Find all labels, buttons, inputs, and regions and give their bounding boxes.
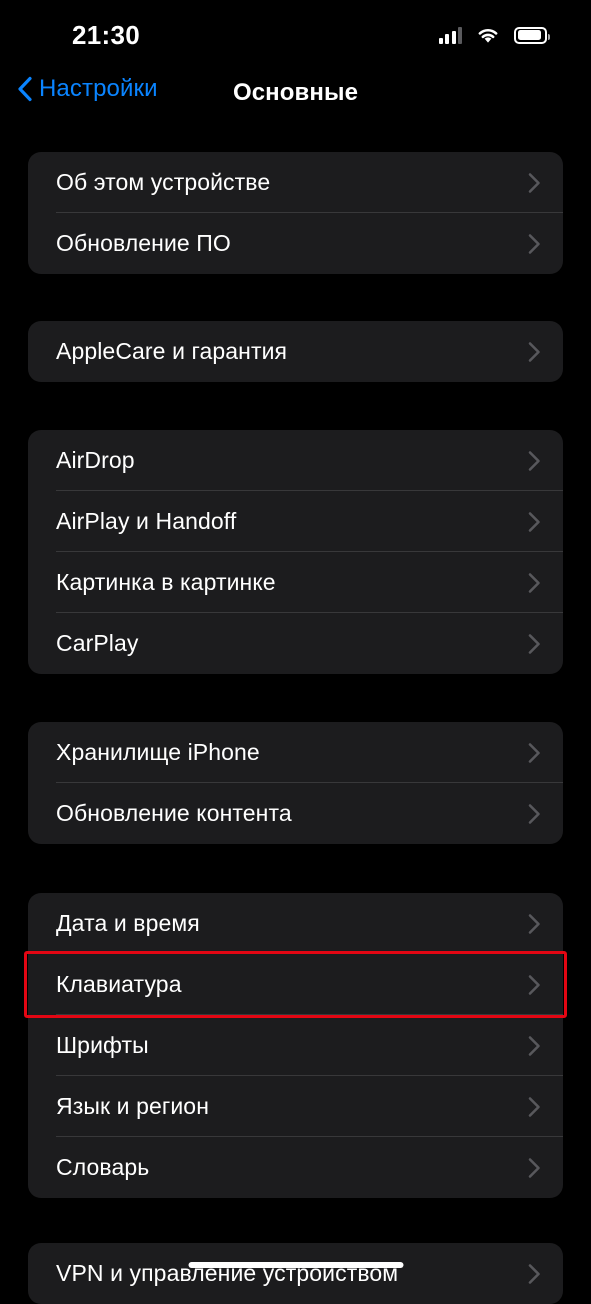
row-label: AirPlay и Handoff	[56, 508, 237, 534]
device-group: Об этом устройстве Обновление ПО	[28, 152, 563, 274]
chevron-right-icon	[528, 172, 540, 193]
home-indicator	[188, 1262, 403, 1268]
cellular-bars-icon	[438, 26, 462, 44]
chevron-right-icon	[528, 450, 540, 471]
row-carplay[interactable]: CarPlay	[28, 613, 563, 674]
vpn-group: VPN и управление устройством	[28, 1243, 563, 1304]
storage-group: Хранилище iPhone Обновление контента	[28, 722, 563, 844]
row-iphone-storage[interactable]: Хранилище iPhone	[28, 722, 563, 783]
row-airplay-handoff[interactable]: AirPlay и Handoff	[28, 491, 563, 552]
row-label: Обновление контента	[56, 800, 292, 826]
row-picture-in-picture[interactable]: Картинка в картинке	[28, 552, 563, 613]
row-label: AirDrop	[56, 447, 135, 473]
chevron-right-icon	[528, 511, 540, 532]
row-label: Об этом устройстве	[56, 169, 271, 195]
chevron-right-icon	[528, 633, 540, 654]
row-label: Обновление ПО	[56, 230, 231, 256]
row-software-update[interactable]: Обновление ПО	[28, 213, 563, 274]
row-keyboard[interactable]: Клавиатура	[28, 954, 563, 1015]
row-label: Картинка в картинке	[56, 569, 276, 595]
row-label: Шрифты	[56, 1032, 149, 1058]
localization-group: Дата и время Клавиатура Шрифты Язык и регио…	[28, 893, 563, 1198]
chevron-right-icon	[528, 913, 540, 934]
chevron-right-icon	[528, 1096, 540, 1117]
settings-list[interactable]: VPN и управление устройством Дата и время…	[0, 132, 591, 1304]
navigation-bar: Настройки Основные	[0, 62, 591, 132]
page-title: Основные	[232, 79, 359, 106]
status-bar-icons	[438, 18, 550, 44]
row-label: Хранилище iPhone	[56, 739, 260, 765]
row-language-region[interactable]: Язык и регион	[28, 1076, 563, 1137]
row-date-time[interactable]: Дата и время	[28, 893, 563, 954]
chevron-right-icon	[528, 803, 540, 824]
status-bar-clock: 21:30	[72, 20, 140, 50]
battery-icon	[514, 26, 550, 44]
row-label: Язык и регион	[56, 1093, 209, 1119]
chevron-right-icon	[528, 233, 540, 254]
row-label: AppleCare и гарантия	[56, 338, 288, 364]
chevron-right-icon	[528, 974, 540, 995]
applecare-group: AppleCare и гарантия	[28, 321, 563, 382]
chevron-right-icon	[528, 572, 540, 593]
row-label: Дата и время	[56, 910, 200, 936]
connectivity-group: AirDrop AirPlay и Handoff Картинка в карти…	[28, 430, 563, 674]
chevron-right-icon	[528, 1035, 540, 1056]
status-bar: 21:30	[0, 0, 591, 62]
row-label: CarPlay	[56, 630, 139, 656]
row-fonts[interactable]: Шрифты	[28, 1015, 563, 1076]
chevron-right-icon	[528, 742, 540, 763]
chevron-right-icon	[528, 1157, 540, 1178]
row-airdrop[interactable]: AirDrop	[28, 430, 563, 491]
row-background-app-refresh[interactable]: Обновление контента	[28, 783, 563, 844]
wifi-icon	[478, 29, 498, 43]
row-about-device[interactable]: Об этом устройстве	[28, 152, 563, 213]
row-label: Клавиатура	[56, 971, 182, 997]
row-applecare[interactable]: AppleCare и гарантия	[28, 321, 563, 382]
chevron-right-icon	[528, 341, 540, 362]
row-label: Словарь	[56, 1154, 150, 1180]
row-dictionary[interactable]: Словарь	[28, 1137, 563, 1198]
row-vpn-device-management[interactable]: VPN и управление устройством	[28, 1243, 563, 1304]
chevron-right-icon	[528, 1263, 540, 1284]
